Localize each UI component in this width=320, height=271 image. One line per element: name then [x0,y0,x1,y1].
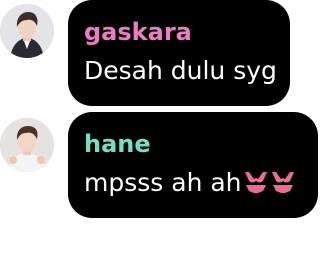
chat-screenshot: gaskara Desah dulu syg hane mpsss ah ah [0,0,320,271]
message-text-content: mpsss ah ah [84,168,242,197]
message-text: mpsss ah ah [84,168,296,202]
avatar[interactable] [0,118,54,172]
message-row: gaskara Desah dulu syg [0,0,320,108]
message-bubble[interactable]: gaskara Desah dulu syg [68,0,290,106]
sender-name: hane [84,130,151,158]
avatar[interactable] [0,4,54,58]
sender-name: gaskara [84,18,192,46]
message-text: Desah dulu syg [84,56,277,86]
message-bubble[interactable]: hane mpsss ah ah [68,112,318,218]
message-text-content: Desah dulu syg [84,56,277,85]
bikini-emoji-icon [243,169,269,202]
bikini-emoji-icon [270,169,296,202]
message-row: hane mpsss ah ah [0,108,320,220]
